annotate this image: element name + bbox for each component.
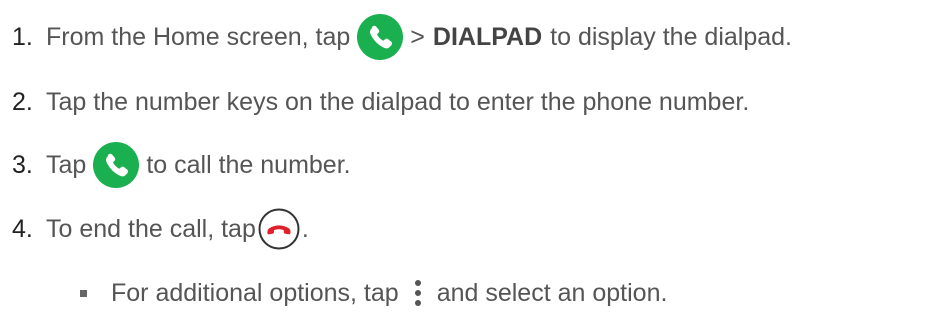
phone-call-icon xyxy=(356,13,404,61)
dialpad-label: DIALPAD xyxy=(432,22,543,51)
bullet-text-after: and select an option. xyxy=(436,278,668,307)
step-number: 2. xyxy=(12,87,33,116)
step-number: 3. xyxy=(12,150,33,179)
more-options-icon xyxy=(413,278,423,308)
step-text-before: Tap xyxy=(46,150,87,179)
step-number: 4. xyxy=(12,214,33,243)
step-text-before: To end the call, tap xyxy=(46,214,256,243)
bullet-item: For additional options, tap and select a… xyxy=(0,268,667,318)
phone-call-icon xyxy=(92,141,140,189)
step-text-before: From the Home screen, tap xyxy=(46,22,351,51)
step-4: 4. To end the call, tap . xyxy=(0,204,309,254)
step-3: 3. Tap to call the number. xyxy=(0,140,351,190)
step-text-after: to display the dialpad. xyxy=(550,22,793,51)
step-1: 1. From the Home screen, tap > DIALPAD t… xyxy=(0,12,792,62)
step-text-after: to call the number. xyxy=(146,150,351,179)
end-call-icon xyxy=(258,208,300,250)
bullet-text-before: For additional options, tap xyxy=(111,278,399,307)
step-separator: > xyxy=(410,22,425,51)
step-text-after: . xyxy=(301,214,309,243)
bullet-marker xyxy=(80,289,87,297)
step-number: 1. xyxy=(12,22,33,51)
step-text: Tap the number keys on the dialpad to en… xyxy=(46,87,750,116)
step-2: 2. Tap the number keys on the dialpad to… xyxy=(0,77,749,127)
